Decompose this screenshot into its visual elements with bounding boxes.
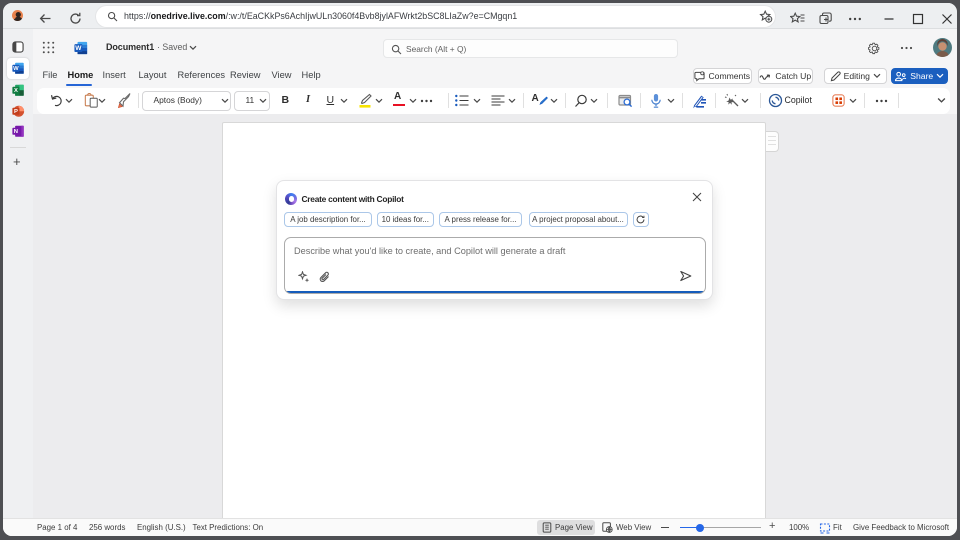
svg-text:P: P xyxy=(14,109,18,115)
svg-text:W: W xyxy=(75,45,82,52)
svg-text:N: N xyxy=(14,129,18,135)
svg-text:X: X xyxy=(14,88,18,94)
svg-text:W: W xyxy=(13,66,19,72)
